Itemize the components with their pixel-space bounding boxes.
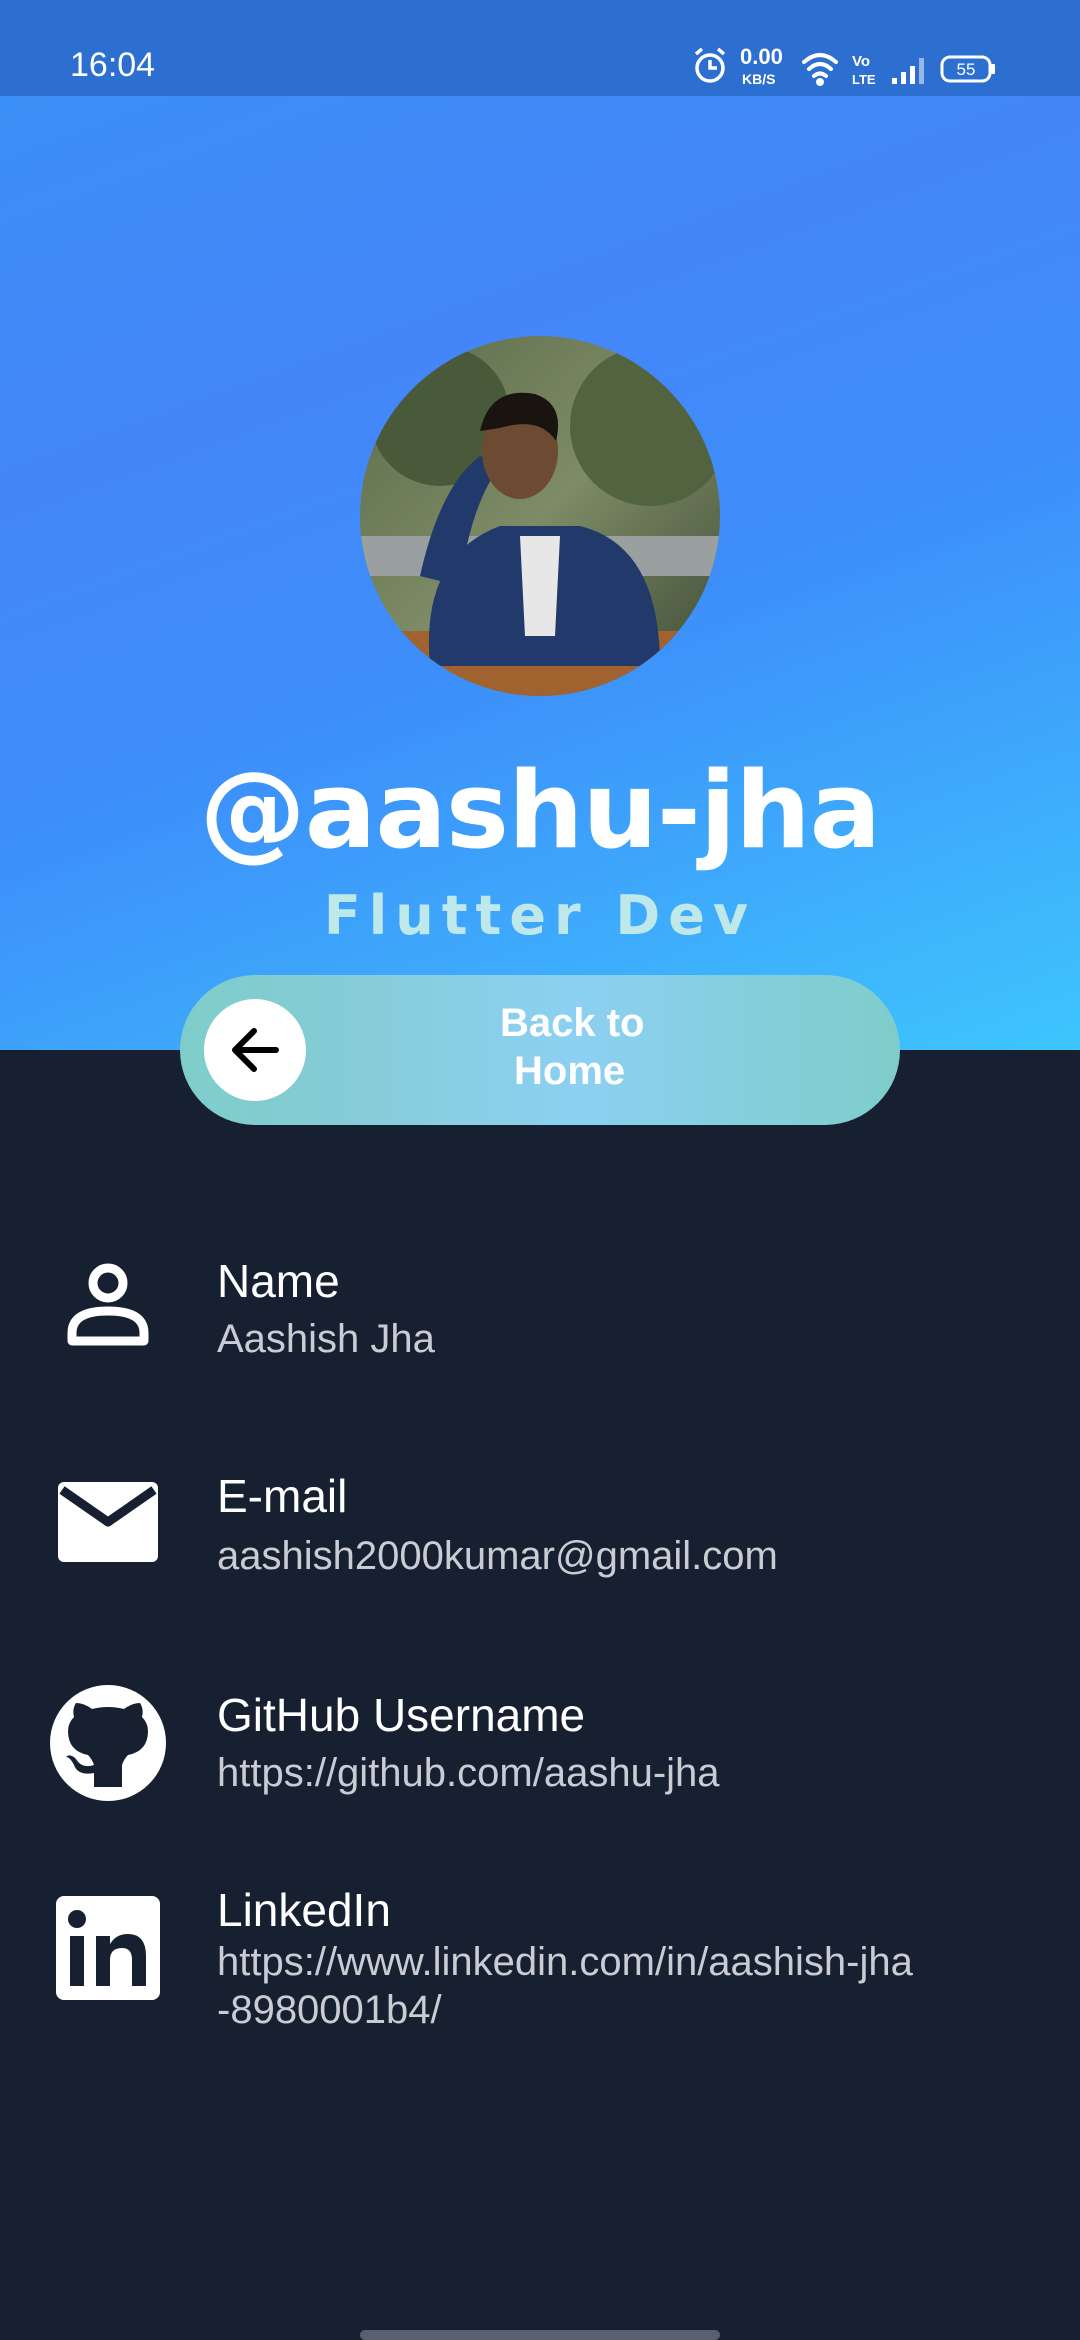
info-title-github: GitHub Username bbox=[217, 1689, 586, 1741]
back-label-line2: Home bbox=[514, 1049, 626, 1093]
battery-icon: 55 bbox=[940, 55, 995, 83]
info-value-linkedin[interactable]: https://www.linkedin.com/in/aashish-jha … bbox=[217, 1938, 1037, 2034]
back-button-label: Back to Home bbox=[500, 999, 1080, 1095]
profile-header: @aashu-jha Flutter Dev bbox=[0, 96, 1080, 1050]
profile-photo bbox=[360, 336, 720, 696]
info-title-email: E-mail bbox=[217, 1470, 348, 1522]
volte-lte-text: LTE bbox=[852, 72, 876, 87]
info-value-github[interactable]: https://github.com/aashu-jha bbox=[217, 1749, 1037, 1797]
mail-icon bbox=[58, 1482, 158, 1562]
info-title-linkedin: LinkedIn bbox=[217, 1884, 391, 1936]
wifi-icon bbox=[802, 53, 838, 86]
info-title-name: Name bbox=[217, 1255, 340, 1307]
status-bar: 16:04 0.00 KB/S Vo LTE 55 bbox=[0, 0, 1080, 96]
status-icons: 0.00 KB/S Vo LTE 55 bbox=[694, 44, 995, 87]
profile-role: Flutter Dev bbox=[323, 884, 757, 947]
back-label-line1: Back to bbox=[500, 1001, 645, 1045]
alarm-icon bbox=[694, 47, 726, 83]
arrow-left-icon bbox=[232, 1028, 279, 1072]
linkedin-url-line2: -8980001b4/ bbox=[217, 1988, 442, 2032]
back-icon-circle[interactable] bbox=[204, 999, 306, 1101]
linkedin-icon bbox=[56, 1896, 160, 2000]
volte-icon: Vo bbox=[852, 53, 870, 70]
status-time: 16:04 bbox=[70, 46, 156, 84]
info-value-email[interactable]: aashish2000kumar@gmail.com bbox=[217, 1532, 1037, 1580]
person-icon bbox=[67, 1263, 149, 1346]
data-unit: KB/S bbox=[742, 71, 775, 87]
github-icon bbox=[50, 1685, 166, 1801]
data-speed: 0.00 bbox=[740, 44, 783, 69]
back-to-home-button[interactable]: Back to Home bbox=[180, 975, 900, 1125]
info-value-name: Aashish Jha bbox=[217, 1317, 435, 1361]
battery-level: 55 bbox=[957, 60, 976, 79]
linkedin-url-line1: https://www.linkedin.com/in/aashish-jha bbox=[217, 1940, 913, 1984]
avatar bbox=[360, 336, 720, 696]
home-indicator[interactable] bbox=[360, 2330, 720, 2340]
profile-handle: @aashu-jha bbox=[199, 749, 881, 872]
signal-icon bbox=[892, 58, 924, 84]
